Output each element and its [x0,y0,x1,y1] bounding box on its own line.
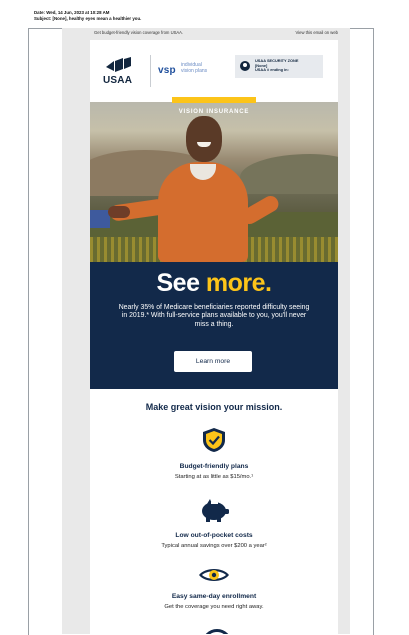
hero-image [90,102,338,262]
mission-title: Make great vision your mission. [145,402,283,412]
feature-desc: Starting at as little as $15/mo.¹ [174,474,254,480]
logo-header: USAA vsp individual vision plans USAA SE… [90,40,338,98]
feature-title: Budget-friendly plans [179,463,249,470]
security-zone-box: USAA SECURITY ZONE [None] USAA # ending … [235,55,323,78]
feature-title: Low out-of-pocket costs [175,532,253,539]
promo-panel: See more. Nearly 35% of Medicare benefic… [90,262,338,389]
vsp-logo: vsp [158,65,176,76]
email-meta: Date: Wed, 14 Jun, 2023 at 10:28 AM Subj… [34,10,141,21]
hero-sleeve [90,210,110,228]
feature-desc: Typical annual savings over $200 a year² [161,543,267,549]
promo-body: Nearly 35% of Medicare beneficiaries rep… [118,304,310,328]
promo-headline: See more. [90,269,338,298]
view-on-web-link[interactable]: View this email on web [295,30,338,35]
hero-hand [108,206,130,218]
headline-part-b: more. [205,269,272,297]
hero-head [186,116,222,162]
feature-title: Easy same-day enrollment [171,593,257,600]
preheader-text: Get budget-friendly vision coverage from… [94,30,184,35]
preheader: Get budget-friendly vision coverage from… [62,30,350,38]
vsp-sub-line2: vision plans [181,67,208,74]
headline-part-a: See [156,269,206,297]
piggy-bank-icon [202,499,229,522]
gold-accent-bar [172,97,256,103]
email-body: USAA vsp individual vision plans USAA SE… [90,40,338,634]
partial-next-icon [202,629,232,634]
learn-more-button[interactable]: Learn more [174,351,252,372]
logo-divider [150,55,151,87]
hero-label: VISION INSURANCE [178,109,250,115]
security-zone-text: USAA SECURITY ZONE [None] USAA # ending … [255,58,298,73]
feature-desc: Get the coverage you need right away. [164,604,264,610]
shield-check-icon [203,428,225,452]
usaa-logo[interactable]: USAA [103,75,132,86]
lock-icon [240,61,250,71]
security-account: USAA # ending in: [255,67,289,73]
hero-mountain [240,154,338,194]
eye-icon [199,569,229,581]
email-subject: Subject: [None], healthy eyes mean a hea… [34,15,142,21]
vsp-subtitle: individual vision plans [181,62,208,74]
usaa-eagle-icon [106,57,131,72]
